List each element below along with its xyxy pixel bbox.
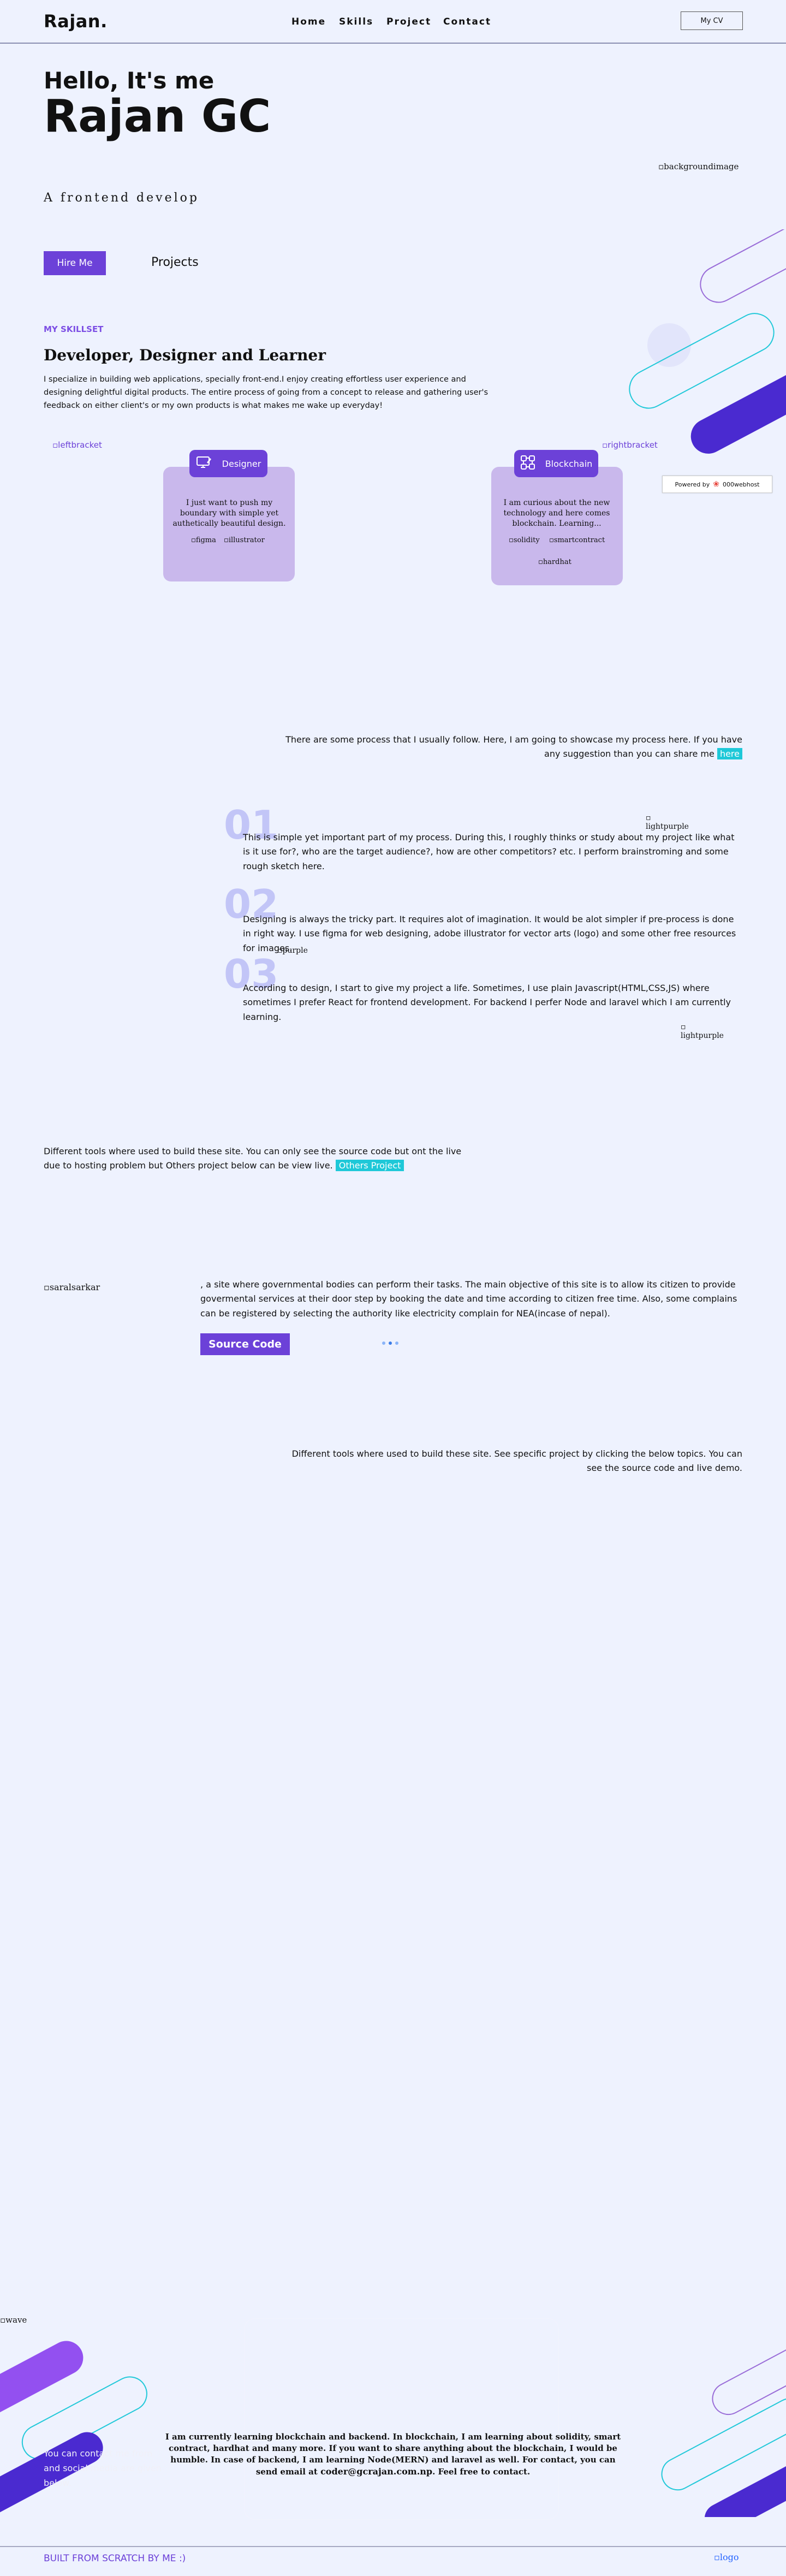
contact-box <box>244 2318 559 2520</box>
hero-greeting: Hello, It's me <box>44 67 215 94</box>
solidity-image: ▫solidity <box>509 536 540 544</box>
source-code-button[interactable]: Source Code <box>200 1333 290 1355</box>
solid-pill-indigo <box>690 353 786 454</box>
nav-skills[interactable]: Skills <box>339 16 373 27</box>
designer-card-title: Designer <box>222 458 261 469</box>
illustrator-image: ▫illustrator <box>224 536 265 544</box>
nav-contact[interactable]: Contact <box>443 16 491 27</box>
lightpurple-alt-2: lightpurple <box>681 1031 724 1040</box>
hero-tagline: A frontend develop <box>44 191 199 205</box>
background-image: ▫backgroundimage <box>658 162 739 171</box>
process-intro: There are some process that I usually fo… <box>284 733 742 762</box>
tools-intro: Different tools where used to build thes… <box>44 1144 480 1173</box>
blockchain-card-title: Blockchain <box>545 458 593 469</box>
footer-logo-alt: logo <box>719 2552 739 2562</box>
broken-image-icon: ▫ <box>602 440 608 450</box>
carousel-dot[interactable] <box>382 1342 385 1345</box>
figma-alt: figma <box>195 536 216 544</box>
badge-prefix: Powered by <box>675 480 710 488</box>
webhost-logo-icon: ❀ <box>713 480 719 489</box>
wave-alt: wave <box>5 2315 27 2325</box>
broken-image-icon: ▫ <box>714 2552 720 2562</box>
purple-image: ▫purple <box>277 946 308 955</box>
solidity-alt: solidity <box>513 536 540 544</box>
illustrator-alt: illustrator <box>228 536 265 544</box>
smartcontract-image: ▫smartcontract <box>549 536 605 544</box>
right-bracket-image: ▫rightbracket <box>602 440 658 450</box>
contact-text-end: . Feel free to contact. <box>432 2467 531 2477</box>
cv-button[interactable]: My CV <box>681 11 743 30</box>
carousel-dot[interactable] <box>395 1342 398 1345</box>
saralsarkar-image: ▫saralsarkar <box>44 1282 100 1292</box>
broken-image-icon: ▫ <box>646 814 651 822</box>
hardhat-alt: hardhat <box>543 558 571 566</box>
right-decorative-pills <box>661 2346 786 2517</box>
hosting-badge[interactable]: Powered by ❀ 000webhost <box>662 476 772 493</box>
broken-image-icon: ▫ <box>52 440 58 450</box>
designer-card-header: Designer <box>189 450 267 477</box>
wave-image: ▫wave <box>0 2315 27 2325</box>
footer-logo-image[interactable]: ▫logo <box>714 2552 739 2562</box>
designer-card-text: I just want to push my boundary with sim… <box>172 498 286 528</box>
lightpurple-image-1: ▫ lightpurple <box>646 814 689 831</box>
badge-name: 000webhost <box>723 480 760 488</box>
blockchain-card-text: I am curious about the new technology an… <box>503 498 610 528</box>
broken-image-icon: ▫ <box>509 536 514 544</box>
social-media-text: You can contact me from and social media… <box>44 2448 162 2489</box>
hardhat-image: ▫hardhat <box>538 558 571 566</box>
broken-image-icon: ▫ <box>44 1282 50 1292</box>
hero-name: Rajan GC <box>44 91 271 143</box>
left-bracket-alt: leftbracket <box>58 440 102 450</box>
lightpurple-image-2: ▫ lightpurple <box>681 1023 724 1040</box>
design-tools-icon <box>196 456 212 471</box>
figma-image: ▫figma <box>191 536 216 544</box>
step-text-3: According to design, I start to give my … <box>243 983 731 1022</box>
broken-image-icon: ▫ <box>658 162 664 171</box>
skills-title: Developer, Designer and Learner <box>44 346 326 364</box>
project-description: , a site where governmental bodies can p… <box>200 1279 737 1319</box>
step-text-1: This is simple yet important part of my … <box>243 832 735 871</box>
skills-description: I specialize in building web application… <box>44 375 488 410</box>
background-image-alt: backgroundimage <box>664 162 739 171</box>
broken-image-icon: ▫ <box>224 536 229 544</box>
nav-project[interactable]: Project <box>386 16 431 27</box>
footer-divider <box>0 2546 786 2547</box>
decorative-pills <box>629 229 786 454</box>
broken-image-icon: ▫ <box>681 1023 686 1031</box>
tools-topics-intro: Different tools where used to build thes… <box>291 1449 742 1474</box>
skills-kicker: MY SKILLSET <box>44 324 104 334</box>
purple-alt: purple <box>282 946 308 955</box>
brand-logo[interactable]: Rajan. <box>44 11 108 32</box>
hire-me-button[interactable]: Hire Me <box>44 251 106 275</box>
smartcontract-alt: smartcontract <box>553 536 605 544</box>
contact-text: I am currently learning blockchain and b… <box>164 2431 622 2478</box>
process-intro-text: There are some process that I usually fo… <box>285 734 742 759</box>
broken-image-icon: ▫ <box>277 946 283 955</box>
right-bracket-alt: rightbracket <box>608 440 658 450</box>
carousel-dots <box>382 1342 398 1345</box>
blockchain-icon <box>520 455 535 472</box>
left-bracket-image: ▫leftbracket <box>52 440 102 450</box>
broken-image-icon: ▫ <box>549 536 554 544</box>
projects-link[interactable]: Projects <box>151 256 199 269</box>
nav-home[interactable]: Home <box>291 16 326 27</box>
footer-built-text: BUILT FROM SCRATCH BY ME :) <box>44 2553 186 2564</box>
lightpurple-alt-1: lightpurple <box>646 822 689 831</box>
contact-email-link[interactable]: coder@gcrajan.com.np <box>320 2466 432 2477</box>
blockchain-card-header: Blockchain <box>514 450 598 477</box>
here-link[interactable]: here <box>717 748 742 760</box>
broken-image-icon: ▫ <box>0 2315 6 2325</box>
decorative-circle <box>647 323 691 367</box>
carousel-dot-active[interactable] <box>389 1342 392 1345</box>
broken-image-icon: ▫ <box>191 536 196 544</box>
broken-image-icon: ▫ <box>538 558 543 566</box>
outline-pill-purple <box>700 229 786 303</box>
others-project-link[interactable]: Others Project <box>335 1160 404 1172</box>
saralsarkar-alt: saralsarkar <box>49 1282 100 1292</box>
step-text-2: Designing is always the tricky part. It … <box>243 914 736 953</box>
